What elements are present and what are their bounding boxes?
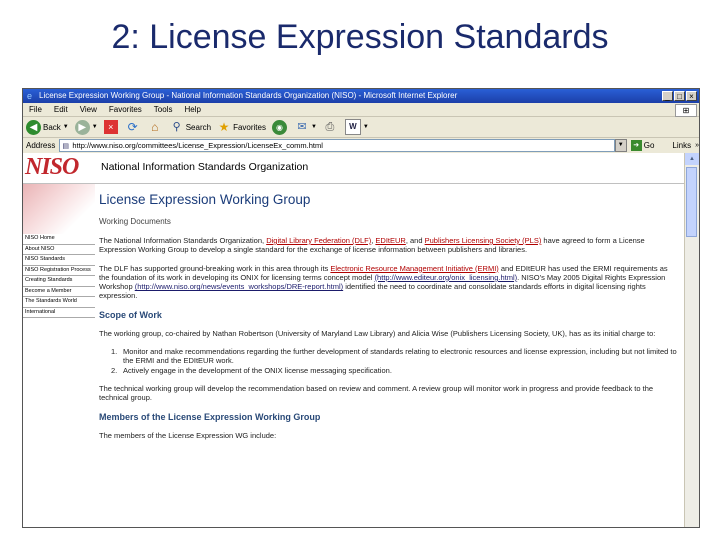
nav-niso-home[interactable]: NISO Home: [23, 234, 95, 245]
nav-international[interactable]: International: [23, 308, 95, 318]
menu-file[interactable]: File: [29, 103, 42, 116]
links-button[interactable]: Links: [672, 141, 691, 150]
list-item: 1. Monitor and make recommendations regar…: [111, 347, 677, 366]
search-button[interactable]: ⚲ Search: [170, 120, 211, 134]
edit-word-button[interactable]: W ▼: [344, 119, 369, 135]
org-name: National Information Standards Organizat…: [101, 161, 309, 173]
working-documents-link[interactable]: Working Documents: [99, 217, 677, 226]
dre-report-link[interactable]: (http://www.niso.org/news/events_worksho…: [135, 282, 343, 291]
menu-edit[interactable]: Edit: [54, 103, 68, 116]
main-column: License Expression Working Group Working…: [99, 184, 677, 449]
review-paragraph: The technical working group will develop…: [99, 383, 654, 403]
chevron-down-icon: ▼: [362, 124, 369, 130]
print-button[interactable]: ⎙: [323, 120, 339, 134]
back-arrow-icon: ◀: [26, 119, 41, 135]
stop-button[interactable]: ×: [103, 120, 120, 134]
address-bar: Address ▤ http://www.niso.org/committees…: [23, 138, 699, 154]
ie-logo-icon: e: [27, 90, 33, 101]
pls-link[interactable]: Publishers Licensing Society (PLS): [425, 236, 542, 245]
dlf-paragraph: The DLF has supported ground-breaking wo…: [99, 263, 668, 301]
menu-favorites[interactable]: Favorites: [109, 103, 142, 116]
windows-flag-icon: ⊞: [675, 104, 697, 117]
minimize-button[interactable]: _: [662, 91, 673, 101]
menu-tools[interactable]: Tools: [154, 103, 173, 116]
search-icon: ⚲: [172, 121, 181, 133]
chevron-down-icon: ▼: [310, 124, 317, 130]
refresh-icon: ⟳: [127, 120, 138, 134]
ermi-link[interactable]: Electronic Resource Management Initiativ…: [330, 264, 498, 273]
logo-swoosh: [23, 184, 95, 234]
members-heading: Members of the License Expression Workin…: [99, 411, 321, 422]
toolbar: ◀ Back ▼ ▶ ▼ × ⟳ ⌂ ⚲ Search ★ Favorites ◉…: [23, 117, 699, 138]
menu-bar: File Edit View Favorites Tools Help ⊞: [23, 103, 699, 117]
maximize-button[interactable]: □: [674, 91, 685, 101]
page-content: NISO National Information Standards Orga…: [23, 153, 685, 527]
site-sidebar: NISO Home About NISO NISO Standards NISO…: [23, 184, 95, 318]
menu-view[interactable]: View: [80, 103, 97, 116]
members-paragraph: The members of the License Expression WG…: [99, 430, 277, 440]
dlf-link[interactable]: Digital Library Federation (DLF): [266, 236, 371, 245]
onix-licensing-link[interactable]: (http://www.editeur.org/onix_licensing.h…: [375, 273, 518, 282]
niso-logo[interactable]: NISO: [25, 154, 79, 181]
back-button[interactable]: ◀ Back ▼: [26, 119, 69, 135]
go-arrow-icon: ➜: [630, 140, 642, 151]
scope-heading: Scope of Work: [99, 309, 162, 320]
home-icon: ⌂: [151, 120, 159, 134]
mail-icon: ✉: [297, 121, 307, 133]
printer-icon: ⎙: [325, 121, 335, 133]
chevron-down-icon: ▼: [62, 124, 69, 130]
stop-icon: ×: [103, 120, 118, 134]
chevron-right-icon: »: [695, 142, 699, 149]
close-button[interactable]: ×: [686, 91, 697, 101]
slide-title: 2: License Expression Standards: [111, 18, 609, 56]
mail-button[interactable]: ✉ ▼: [295, 120, 317, 134]
intro-paragraph: The National Information Standards Organ…: [99, 236, 645, 255]
media-icon: ◉: [271, 119, 287, 135]
refresh-button[interactable]: ⟳: [126, 120, 142, 134]
editeur-link[interactable]: EDItEUR: [375, 236, 405, 245]
scope-paragraph: The working group, co-chaired by Nathan …: [99, 328, 656, 338]
menu-help[interactable]: Help: [184, 103, 200, 116]
address-input[interactable]: ▤ http://www.niso.org/committees/License…: [59, 139, 615, 152]
nav-registration-process[interactable]: NISO Registration Process: [23, 266, 95, 276]
vertical-scrollbar[interactable]: ▲: [684, 153, 699, 527]
favorites-button[interactable]: ★ Favorites: [217, 120, 266, 134]
nav-standards-world[interactable]: The Standards World: [23, 297, 95, 308]
nav-creating-standards[interactable]: Creating Standards: [23, 276, 95, 287]
star-icon: ★: [218, 120, 230, 134]
home-button[interactable]: ⌂: [148, 120, 164, 134]
site-header: NISO National Information Standards Orga…: [23, 153, 685, 184]
address-dropdown-button[interactable]: ▼: [614, 139, 627, 152]
charge-list: 1. Monitor and make recommendations regar…: [99, 347, 677, 375]
nav-niso-standards[interactable]: NISO Standards: [23, 255, 95, 266]
forward-button[interactable]: ▶ ▼: [74, 119, 98, 135]
go-button[interactable]: ➜ Go: [630, 140, 654, 151]
page-heading: License Expression Working Group: [99, 192, 311, 207]
scroll-thumb[interactable]: [686, 167, 697, 237]
window-titlebar: e License Expression Working Group - Nat…: [23, 89, 699, 103]
word-icon: W: [344, 119, 361, 135]
list-item: 2. Actively engage in the development of …: [111, 365, 392, 375]
scroll-up-icon[interactable]: ▲: [685, 153, 699, 165]
window-title: License Expression Working Group - Natio…: [39, 91, 458, 100]
nav-about-niso[interactable]: About NISO: [23, 245, 95, 255]
nav-become-member[interactable]: Become a Member: [23, 287, 95, 297]
page-icon: ▤: [62, 143, 69, 150]
media-button[interactable]: ◉: [271, 119, 289, 135]
address-label: Address: [26, 141, 56, 150]
chevron-down-icon: ▼: [91, 124, 98, 130]
browser-window: e License Expression Working Group - Nat…: [22, 88, 700, 528]
forward-arrow-icon: ▶: [74, 119, 90, 135]
